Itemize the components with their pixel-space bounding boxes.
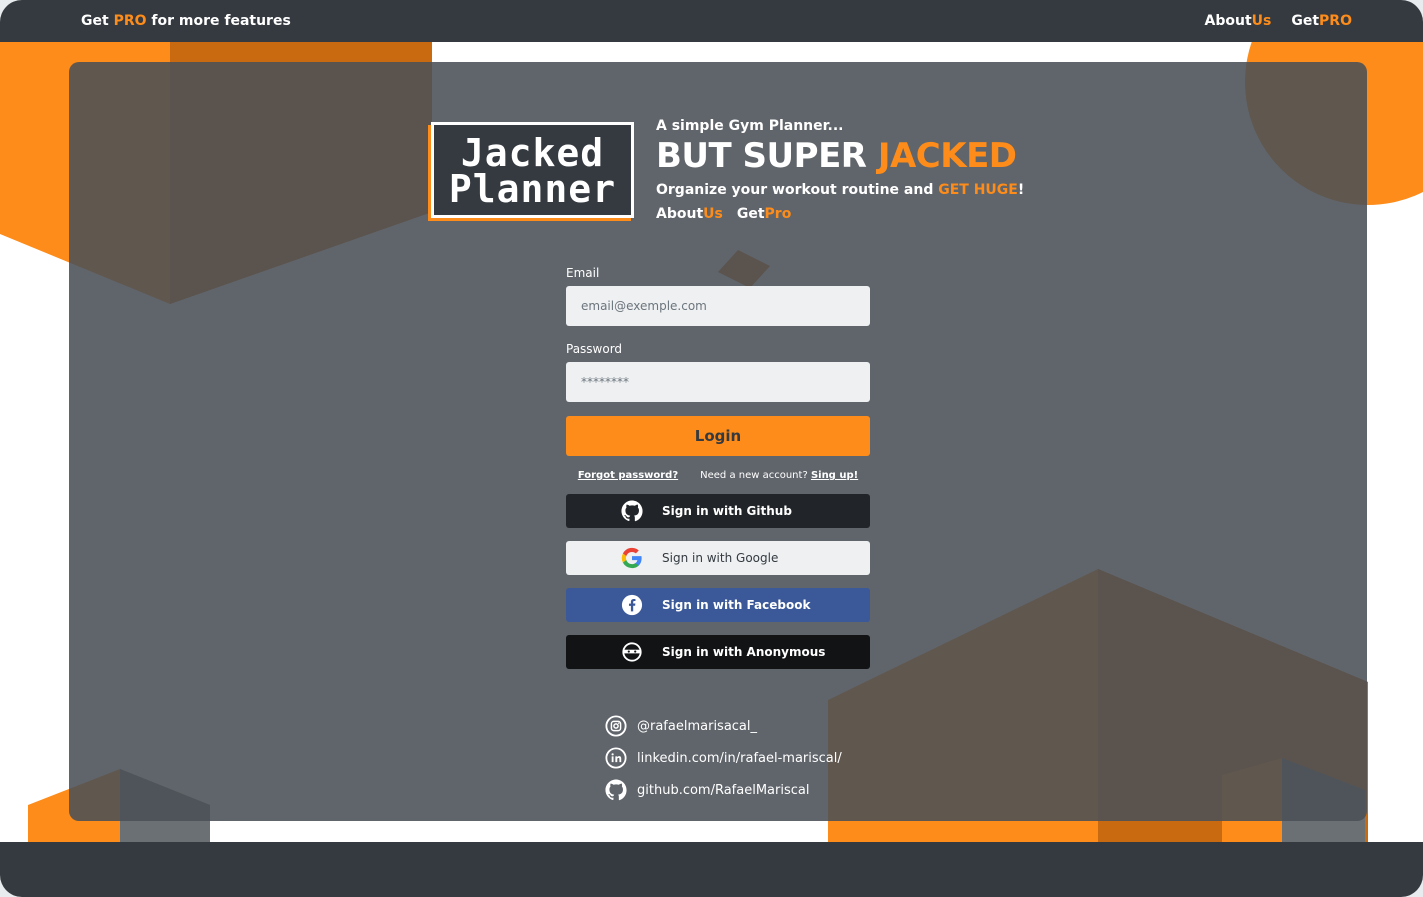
github-icon bbox=[605, 779, 627, 801]
getpro-accent: PRO bbox=[1319, 13, 1352, 29]
forgot-password-link[interactable]: Forgot password? bbox=[578, 470, 678, 481]
hero-subtitle: A simple Gym Planner... bbox=[656, 118, 844, 134]
google-label: Sign in with Google bbox=[662, 551, 779, 565]
pro-promo-link[interactable]: Get PRO for more features bbox=[81, 13, 291, 29]
headline-prefix: BUT SUPER bbox=[656, 136, 878, 176]
sign-in-facebook-button[interactable]: Sign in with Facebook bbox=[566, 588, 870, 622]
promo-accent: PRO bbox=[113, 13, 147, 29]
password-field[interactable]: ******** bbox=[566, 362, 870, 402]
signup-link[interactable]: Sing up! bbox=[811, 470, 858, 481]
signup-prompt: Need a new account? Sing up! bbox=[700, 470, 858, 481]
nav-get-pro-link[interactable]: GetPRO bbox=[1291, 13, 1352, 29]
instagram-link[interactable]: @rafaelmarisacal_ bbox=[605, 714, 842, 738]
hero-text: A simple Gym Planner... BUT SUPER JACKED… bbox=[656, 118, 1024, 222]
tagline-accent: GET HUGE bbox=[938, 182, 1018, 198]
sign-in-google-button[interactable]: Sign in with Google bbox=[566, 541, 870, 575]
google-icon bbox=[620, 546, 644, 570]
top-nav-links: AboutUs GetPRO bbox=[1205, 13, 1352, 29]
instagram-icon bbox=[605, 715, 627, 737]
account-helpers: Forgot password? Need a new account? Sin… bbox=[566, 470, 870, 481]
github-profile-link[interactable]: github.com/RafaelMariscal bbox=[605, 778, 842, 802]
footer-bar bbox=[0, 842, 1423, 897]
promo-prefix: Get bbox=[81, 13, 114, 29]
anonymous-label: Sign in with Anonymous bbox=[662, 645, 826, 659]
github-url: github.com/RafaelMariscal bbox=[637, 782, 810, 798]
hero-getpro-prefix: Get bbox=[736, 206, 765, 222]
github-label: Sign in with Github bbox=[662, 504, 792, 518]
hero-get-pro-link[interactable]: GetPro bbox=[737, 206, 791, 222]
password-placeholder: ******** bbox=[581, 375, 629, 389]
about-prefix: About bbox=[1204, 13, 1252, 29]
email-field[interactable]: email@exemple.com bbox=[566, 286, 870, 326]
hero-about-accent: Us bbox=[703, 206, 723, 222]
sign-in-anonymous-button[interactable]: Sign in with Anonymous bbox=[566, 635, 870, 669]
facebook-icon bbox=[620, 593, 644, 617]
promo-suffix: for more features bbox=[146, 13, 291, 29]
linkedin-icon bbox=[605, 747, 627, 769]
linkedin-url: linkedin.com/in/rafael-mariscal/ bbox=[637, 750, 842, 766]
jacked-planner-logo: Jacked Planner bbox=[431, 122, 634, 218]
hero-headline: BUT SUPER JACKED bbox=[656, 136, 1024, 176]
login-button[interactable]: Login bbox=[566, 416, 870, 456]
email-placeholder: email@exemple.com bbox=[581, 299, 707, 313]
facebook-label: Sign in with Facebook bbox=[662, 598, 811, 612]
password-label: Password bbox=[566, 342, 623, 356]
anonymous-mask-icon bbox=[620, 640, 644, 664]
instagram-handle: @rafaelmarisacal_ bbox=[637, 718, 758, 734]
top-navbar: Get PRO for more features AboutUs GetPRO bbox=[0, 0, 1423, 42]
headline-accent: JACKED bbox=[877, 136, 1017, 176]
getpro-prefix: Get bbox=[1291, 13, 1320, 29]
hero-links: AboutUs GetPro bbox=[656, 206, 1024, 222]
linkedin-link[interactable]: linkedin.com/in/rafael-mariscal/ bbox=[605, 746, 842, 770]
need-account-text: Need a new account? bbox=[700, 470, 811, 481]
tagline-suffix: ! bbox=[1017, 182, 1025, 198]
logo-line-2: Planner bbox=[448, 167, 617, 211]
tagline-prefix: Organize your workout routine and bbox=[656, 182, 939, 198]
sign-in-github-button[interactable]: Sign in with Github bbox=[566, 494, 870, 528]
about-accent: Us bbox=[1251, 13, 1272, 29]
hero-tagline: Organize your workout routine and GET HU… bbox=[656, 182, 1024, 198]
social-links: @rafaelmarisacal_ linkedin.com/in/rafael… bbox=[605, 714, 842, 810]
logo-line-1: Jacked bbox=[460, 131, 605, 175]
nav-about-us-link[interactable]: AboutUs bbox=[1205, 13, 1272, 29]
login-form: Email email@exemple.com Password *******… bbox=[566, 266, 870, 669]
hero-about-us-link[interactable]: AboutUs bbox=[656, 206, 723, 222]
app-window: Get PRO for more features AboutUs GetPRO… bbox=[0, 0, 1423, 897]
login-label: Login bbox=[694, 427, 742, 445]
hero-getpro-accent: Pro bbox=[764, 206, 792, 222]
github-icon bbox=[620, 499, 644, 523]
email-label: Email bbox=[566, 266, 600, 280]
hero-about-prefix: About bbox=[656, 206, 704, 222]
